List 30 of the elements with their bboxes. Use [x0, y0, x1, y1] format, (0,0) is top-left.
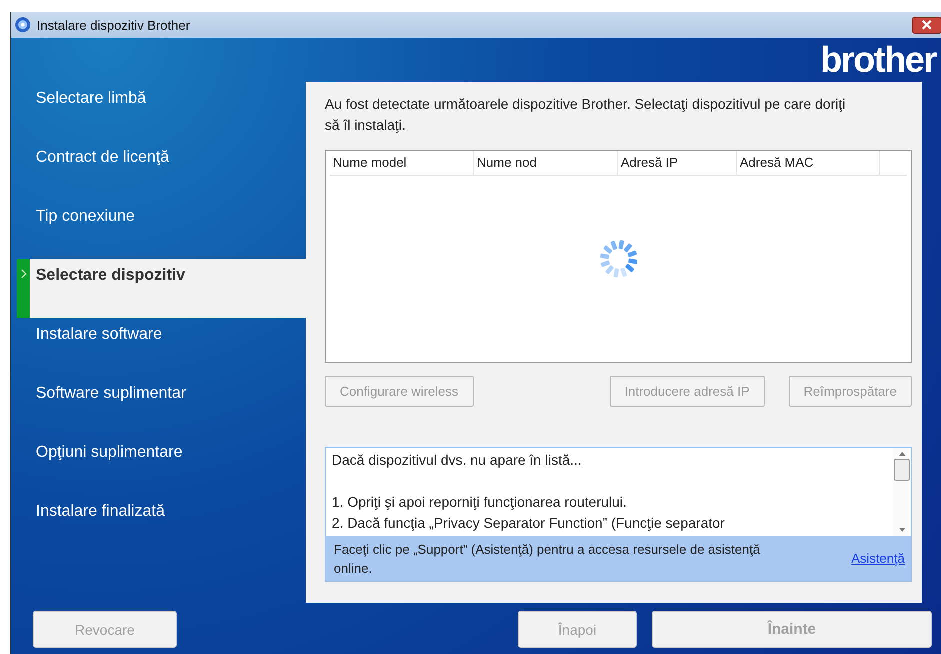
chevron-right-icon: [20, 269, 26, 279]
scrollbar-thumb[interactable]: [894, 459, 910, 481]
column-header[interactable]: Adresă MAC: [737, 151, 880, 175]
help-text-area[interactable]: Dacă dispozitivul dvs. nu apare în listă... 1. Opriţi şi apoi reporniţi funcţionarea routerului. 2. Dacă funcţia „Privacy Separator Function” (Funcţie separator: [326, 448, 911, 536]
column-header[interactable]: Nume nod: [474, 151, 618, 175]
device-list[interactable]: Nume model Nume nod Adresă IP Adresă MAC: [325, 150, 912, 363]
help-step: 1. Opriţi şi apoi reporniţi funcţionarea routerului.: [332, 494, 627, 510]
sidebar-item: Instalare software: [35, 325, 164, 345]
close-icon: [922, 20, 932, 30]
sidebar-item: Selectare dispozitiv: [17, 259, 306, 318]
instruction-text: Au fost detectate următoarele dispozitive Brother. Selectaţi dispozitivul pe care doriţi să îl instalaţi.: [325, 95, 847, 135]
help-step: 2. Dacă funcţia „Privacy Separator Function” (Funcţie separator: [332, 515, 725, 531]
app-disc-icon: [15, 17, 31, 33]
column-header[interactable]: Nume model: [330, 151, 474, 175]
sidebar-item: Tip conexiune: [35, 207, 136, 227]
scroll-up-icon: [898, 452, 906, 456]
column-header[interactable]: Adresă IP: [618, 151, 737, 175]
sidebar-item: Opţiuni suplimentare: [35, 443, 184, 463]
brand-logo: brother: [820, 42, 936, 78]
help-heading: Dacă dispozitivul dvs. nu apare în listă...: [332, 452, 582, 468]
sidebar-item: Instalare finalizată: [35, 502, 166, 522]
sidebar-item: Contract de licenţă: [35, 148, 170, 168]
scrollbar[interactable]: [893, 448, 911, 536]
support-text: Faceţi clic pe „Support” (Asistenţă) pentru a accesa resursele de asistenţă online.: [334, 541, 762, 578]
support-link[interactable]: Asistenţă: [852, 551, 905, 578]
window-title: Instalare dispozitiv Brother: [37, 18, 190, 32]
close-button[interactable]: [912, 16, 941, 34]
sidebar-item: Software suplimentar: [35, 384, 188, 404]
sidebar-item: Selectare limbă: [35, 89, 148, 109]
scroll-down-icon: [898, 528, 906, 532]
